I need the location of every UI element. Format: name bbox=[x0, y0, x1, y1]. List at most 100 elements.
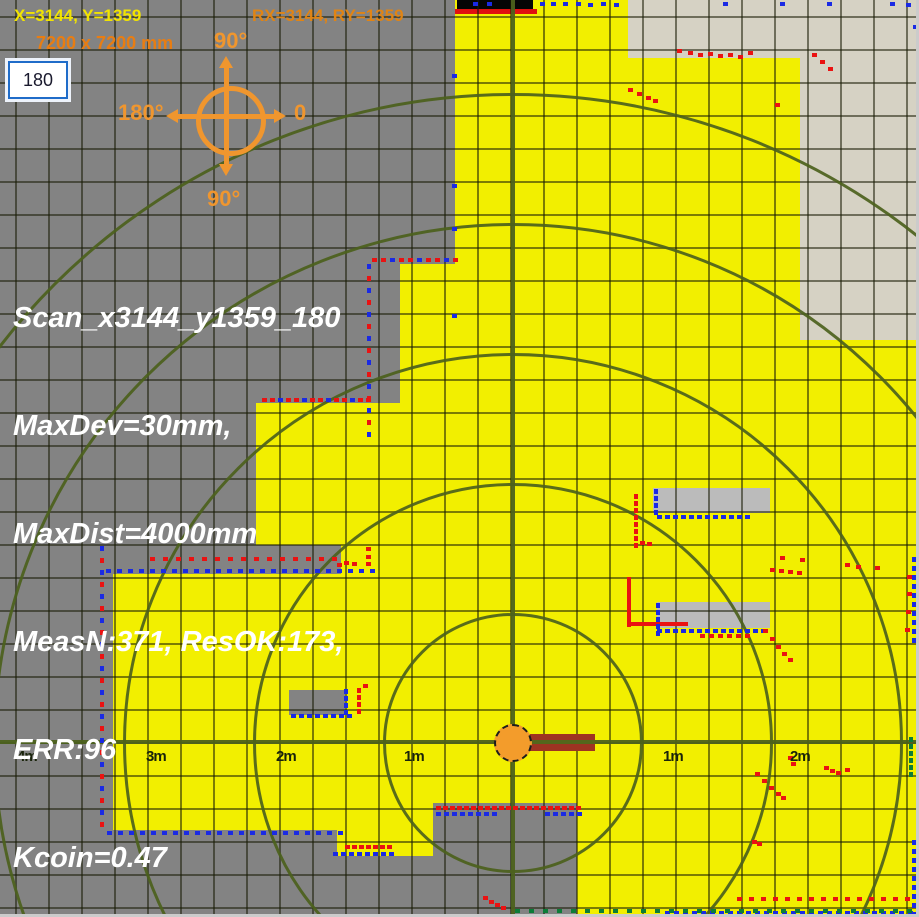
axis-vertical bbox=[511, 0, 515, 917]
scan-dot bbox=[729, 629, 734, 633]
scan-dot bbox=[689, 629, 694, 633]
scan-dot bbox=[352, 562, 357, 566]
scan-dot bbox=[529, 909, 534, 913]
scan-dot bbox=[770, 637, 775, 641]
scan-dot bbox=[809, 909, 814, 913]
scan-dot bbox=[893, 909, 898, 913]
scan-dot bbox=[344, 696, 348, 701]
scan-dot bbox=[357, 688, 361, 693]
scan-dot bbox=[576, 806, 581, 810]
scan-dot bbox=[489, 900, 494, 904]
scan-dot bbox=[845, 768, 850, 772]
scan-dot bbox=[654, 503, 658, 508]
scan-dot bbox=[634, 494, 638, 499]
scan-dot bbox=[487, 2, 492, 6]
scan-dot bbox=[681, 515, 686, 519]
scan-dot bbox=[435, 258, 440, 262]
scan-dot bbox=[444, 812, 449, 816]
scan-dot bbox=[865, 909, 870, 913]
scan-dot bbox=[907, 575, 912, 579]
scan-dot bbox=[683, 909, 688, 913]
scan-dot bbox=[513, 806, 518, 810]
scan-dot bbox=[753, 629, 758, 633]
scan-dot bbox=[851, 909, 856, 913]
scan-dot bbox=[515, 909, 520, 913]
scan-dot bbox=[736, 634, 741, 638]
scan-dot bbox=[738, 55, 743, 59]
scan-dot bbox=[697, 909, 702, 913]
scan-dot bbox=[634, 543, 638, 548]
scan-dot bbox=[762, 779, 767, 783]
scan-dot bbox=[893, 897, 898, 901]
compass-ring bbox=[196, 86, 266, 156]
scan-dot bbox=[757, 842, 762, 846]
scan-dot bbox=[705, 629, 710, 633]
scan-dot bbox=[655, 909, 660, 913]
scan-dot bbox=[767, 909, 772, 913]
scan-dot bbox=[468, 812, 473, 816]
scan-dot bbox=[795, 909, 800, 913]
scan-dot bbox=[381, 258, 386, 262]
scan-dot bbox=[665, 515, 670, 519]
scan-dot bbox=[555, 806, 560, 810]
scan-dot bbox=[478, 806, 483, 810]
scan-dot bbox=[359, 569, 364, 573]
scan-dot bbox=[654, 496, 658, 501]
scan-dot bbox=[875, 566, 880, 570]
scan-dot bbox=[673, 515, 678, 519]
compass-label-180: 180° bbox=[118, 100, 164, 125]
scan-dot bbox=[845, 897, 850, 901]
scan-dot bbox=[653, 99, 658, 103]
scan-dot bbox=[788, 658, 793, 662]
scan-dot bbox=[614, 3, 619, 7]
scan-dot bbox=[357, 702, 361, 707]
scan-dot bbox=[827, 2, 832, 6]
scan-dot bbox=[367, 384, 371, 389]
scan-dot bbox=[725, 909, 730, 913]
scan-dot bbox=[471, 806, 476, 810]
scan-dot bbox=[634, 529, 638, 534]
scan-dot bbox=[737, 629, 742, 633]
scan-dot bbox=[781, 909, 786, 913]
scan-dot bbox=[761, 897, 766, 901]
scan-dot bbox=[408, 258, 413, 262]
scan-dot bbox=[657, 515, 662, 519]
map-canvas[interactable]: 4m 3m 2m 1m 1m 2m X=3144, Y=1359 RX=3144, RY=… bbox=[0, 0, 919, 917]
scan-dot bbox=[820, 60, 825, 64]
scan-info-line: MaxDev=30mm, bbox=[13, 410, 232, 442]
scan-dot bbox=[492, 812, 497, 816]
scan-dot bbox=[689, 515, 694, 519]
hud-map-size: 7200 x 7200 mm bbox=[36, 33, 174, 53]
scan-dot bbox=[729, 515, 734, 519]
scan-dot bbox=[905, 897, 910, 901]
scan-dot bbox=[697, 515, 702, 519]
scan-dot bbox=[907, 909, 912, 913]
scan-dot bbox=[812, 53, 817, 57]
scan-dot bbox=[540, 2, 545, 6]
scan-info-line: MeasN:371, ResOK:173, bbox=[13, 626, 344, 658]
scan-dot bbox=[436, 812, 441, 816]
scan-dot bbox=[688, 51, 693, 55]
scan-dot bbox=[588, 3, 593, 7]
scan-dot bbox=[775, 103, 780, 107]
scan-dot bbox=[905, 628, 910, 632]
scan-dot bbox=[366, 547, 371, 551]
scan-dot bbox=[640, 541, 645, 545]
scan-dot bbox=[781, 796, 786, 800]
scan-dot bbox=[499, 806, 504, 810]
scan-dot bbox=[370, 569, 375, 573]
scan-dot bbox=[745, 515, 750, 519]
scan-dot bbox=[367, 348, 371, 353]
scan-dot bbox=[363, 684, 368, 688]
scan-dot bbox=[367, 432, 371, 437]
scan-dot bbox=[551, 2, 556, 6]
scan-dot bbox=[599, 909, 604, 913]
scan-dot bbox=[585, 909, 590, 913]
scan-dot bbox=[366, 555, 371, 559]
scan-dot bbox=[909, 751, 913, 756]
angle-input[interactable]: 180 bbox=[8, 61, 68, 99]
scan-dot bbox=[776, 645, 781, 649]
scan-dot bbox=[563, 2, 568, 6]
scan-dot bbox=[443, 806, 448, 810]
scan-dot bbox=[426, 258, 431, 262]
